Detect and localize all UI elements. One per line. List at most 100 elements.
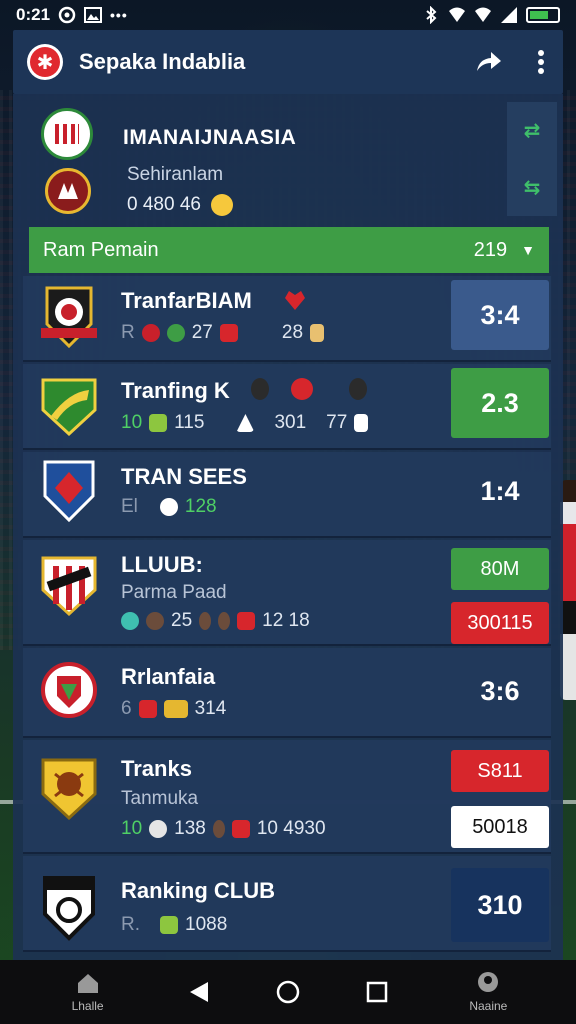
chevron-down-icon: ▼: [521, 242, 535, 258]
list-item[interactable]: Rrlanfaia 6 314 3:6: [23, 648, 551, 738]
list-item[interactable]: Tranks Tanmuka 10 138 10 4930 S811 50018: [23, 740, 551, 854]
value-pill[interactable]: 300115: [451, 602, 549, 644]
player-avatar-icon: [146, 612, 164, 630]
meta-value: 28: [281, 322, 304, 343]
battery-icon: [526, 7, 560, 23]
club-mini-icon: [149, 820, 168, 838]
value-pill[interactable]: 80M: [451, 548, 549, 590]
club-mini-icon: [291, 378, 313, 400]
recents-icon[interactable]: [366, 981, 388, 1003]
club-mini-icon: [159, 498, 178, 516]
card-icon: [310, 324, 325, 342]
club-badge-icon: [41, 286, 97, 349]
home-crest-icon: [41, 108, 93, 160]
heart-icon: [285, 291, 305, 310]
value-pill[interactable]: 50018: [451, 806, 549, 848]
player-avatar-icon: [199, 612, 212, 630]
image-icon: [84, 7, 103, 23]
app-bar: ✱ Sepaka Indablia: [13, 30, 563, 94]
list-item[interactable]: LLUUB: Parma Paad 25 12 18 80M 300115: [23, 540, 551, 646]
club-mini-icon: [236, 414, 255, 432]
away-crest-icon: [45, 168, 91, 214]
star-icon: ✱: [30, 47, 60, 77]
meta-value: 301: [274, 412, 307, 433]
group-dropdown[interactable]: Ram Pemain 219 ▼: [29, 227, 549, 273]
club-mini-icon: [163, 700, 188, 718]
club-mini-icon: [141, 324, 160, 342]
status-bar: 0:21 •••: [0, 0, 576, 30]
meta-value: 10: [121, 412, 143, 433]
wifi-icon: [449, 7, 465, 22]
meta-value: 115: [174, 412, 205, 433]
meta-value: El: [121, 496, 138, 517]
compare-icon[interactable]: ⇆: [524, 175, 541, 200]
club-name: LLUUB:: [121, 552, 203, 577]
score-box[interactable]: 310: [451, 868, 549, 942]
club-subtitle: Tanmuka: [121, 788, 199, 809]
club-badge-icon: [43, 876, 95, 941]
player-avatar-icon: [349, 378, 367, 400]
club-name: Ranking CLUB: [121, 878, 275, 903]
nav-right-label: Naaine: [469, 999, 508, 1013]
club-badge-icon: [43, 460, 95, 523]
meta-value: 1088: [185, 914, 228, 935]
list-item[interactable]: TRAN SEES El 128 1:4: [23, 452, 551, 538]
profile-icon: [478, 972, 499, 992]
swap-icon[interactable]: ⇄: [524, 118, 541, 143]
status-time: 0:21: [16, 5, 51, 24]
main-panel: IMANAIJNAASIA Sehiranlam 0 480 46 ⇄ ⇆ Ra…: [13, 94, 563, 960]
club-badge-icon: [41, 758, 97, 821]
card-icon: [354, 414, 369, 432]
club-mini-icon: [121, 612, 139, 630]
bluetooth-icon: [426, 6, 437, 24]
score-box[interactable]: 1:4: [451, 456, 549, 526]
player-avatar-icon: [212, 820, 225, 838]
list-item[interactable]: TranfarBIAM R 27 28 3:4: [23, 276, 551, 362]
smiley-icon: [210, 194, 233, 216]
meta-value: 25: [171, 610, 193, 631]
meta-value: 12 18: [262, 610, 310, 631]
meta-value: 10: [121, 818, 143, 839]
list-item[interactable]: Ranking CLUB R. 1088 310: [23, 856, 551, 952]
match-meta-value: 0 480 46: [127, 194, 201, 215]
back-icon[interactable]: [188, 980, 210, 1004]
club-mini-icon: [149, 414, 168, 432]
share-icon[interactable]: [473, 49, 503, 75]
nav-home[interactable]: Lhalle: [53, 971, 123, 1013]
club-subtitle: Parma Paad: [121, 582, 227, 603]
score-box[interactable]: 3:6: [451, 656, 549, 726]
home-icon: [77, 974, 98, 993]
score-box[interactable]: 3:4: [451, 280, 549, 350]
match-title: IMANAIJNAASIA: [123, 126, 297, 149]
meta-value: 6: [121, 698, 132, 719]
meta-value: 27: [191, 322, 213, 343]
club-mini-icon: [138, 700, 157, 718]
more-dots-icon: •••: [110, 7, 128, 23]
app-logo[interactable]: ✱: [27, 44, 63, 80]
meta-value: R.: [121, 914, 140, 935]
club-mini-icon: [237, 612, 256, 630]
meta-value: 77: [326, 412, 348, 433]
club-name: Rrlanfaia: [121, 664, 216, 689]
nav-left-label: Lhalle: [71, 999, 104, 1013]
meta-value: 128: [184, 496, 217, 517]
signal-icon: [501, 7, 517, 23]
club-badge-icon: [41, 662, 97, 718]
club-mini-icon: [160, 916, 178, 934]
match-header[interactable]: IMANAIJNAASIA Sehiranlam 0 480 46: [27, 104, 507, 222]
player-avatar-icon: [251, 378, 269, 400]
club-name: TRAN SEES: [121, 464, 247, 489]
system-nav-bar: Lhalle Naaine: [0, 960, 576, 1024]
list-item[interactable]: Tranfing K 10 115 301 77 2.3: [23, 364, 551, 450]
app-title: Sepaka Indablia: [79, 49, 246, 74]
more-vert-icon[interactable]: [537, 49, 545, 75]
value-pill[interactable]: S811: [451, 750, 549, 792]
nav-profile[interactable]: Naaine: [453, 971, 523, 1013]
match-subtitle: Sehiranlam: [127, 164, 224, 185]
score-box[interactable]: 2.3: [451, 368, 549, 438]
group-count: 219: [473, 238, 508, 261]
sync-icon: [58, 6, 76, 24]
club-mini-icon: [231, 820, 250, 838]
meta-value: 138: [174, 818, 206, 839]
home-circle-icon[interactable]: [275, 979, 301, 1005]
